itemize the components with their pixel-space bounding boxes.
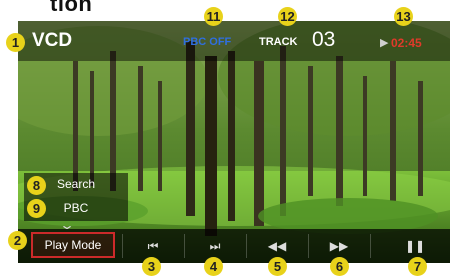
- callout-marker: 9: [27, 199, 46, 218]
- callout-marker: 1: [6, 33, 25, 52]
- pbc-status: PBC OFF: [183, 36, 232, 48]
- callout-marker: 6: [330, 257, 349, 276]
- callout-marker: 11: [204, 7, 223, 26]
- skip-next-icon: ⏭: [209, 239, 221, 253]
- elapsed-time: 02:45: [391, 36, 422, 50]
- callout-marker: 4: [204, 257, 223, 276]
- callout-marker: 13: [394, 7, 413, 26]
- play-mode-button[interactable]: Play Mode: [31, 232, 115, 258]
- pause-icon: ❚❚: [404, 239, 426, 253]
- callout-marker: 7: [408, 257, 427, 276]
- callout-marker: 5: [268, 257, 287, 276]
- callout-marker: 3: [142, 257, 161, 276]
- rewind-icon: ◀◀: [267, 239, 287, 253]
- video-screen[interactable]: VCD PBC OFF TRACK 03 ▶ 02:45 Search PBC …: [18, 21, 450, 263]
- fast-forward-icon: ▶▶: [329, 239, 349, 253]
- track-label: TRACK: [259, 36, 298, 48]
- callout-marker: 12: [278, 7, 297, 26]
- track-number: 03: [312, 28, 336, 51]
- source-label: VCD: [32, 30, 73, 51]
- callout-marker: 8: [27, 176, 46, 195]
- callout-marker: 2: [8, 231, 27, 250]
- play-icon: ▶: [380, 37, 389, 49]
- divider: [370, 234, 371, 258]
- heading-fragment: tion: [50, 0, 93, 16]
- skip-previous-icon: ⏮: [147, 239, 159, 253]
